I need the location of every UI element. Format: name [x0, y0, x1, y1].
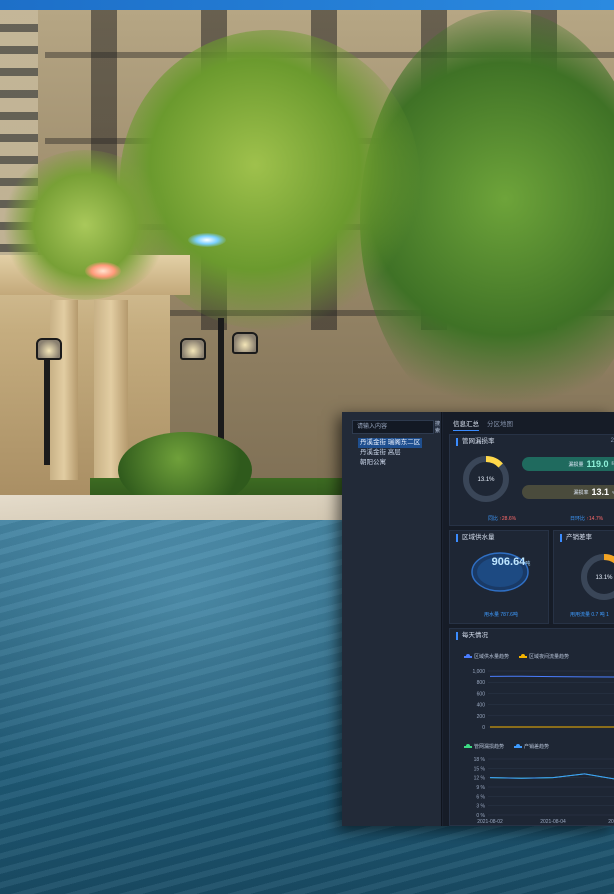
y-tick-label: 200 [477, 714, 486, 720]
tab-zone-map[interactable]: 分区地图 [487, 418, 513, 431]
legend-label: 区域供水量趋势 [474, 654, 510, 660]
pavilion-column [50, 300, 78, 480]
loss-trend-chart: 18 %15 %12 %9 %6 %3 %0 %2021-08-02 2021-0… [474, 757, 614, 825]
daily-card: 每天情况 区域供水量趋势 区域夜间流量趋势 1,000 800 600 400 200 0… [449, 628, 614, 826]
legend-label: 管网漏损趋势 [474, 744, 505, 750]
search-box: 搜索 [352, 420, 441, 434]
loss-rate-pill: 漏损率 13.1 % [522, 485, 614, 499]
water-supply-card: 区域供水量 906.64吨 用水量 787.6吨 [449, 530, 549, 624]
y-tick-label: 6 % [476, 794, 485, 800]
yoy-row: 同比 ↑28.6% [488, 515, 516, 522]
search-button[interactable]: 搜索 [435, 421, 441, 434]
y-tick-label: 12 % [474, 776, 486, 782]
y-tick-label: 15 % [474, 766, 486, 772]
pill-value: 13.1 [591, 487, 609, 497]
y-tick-label: 600 [477, 691, 486, 697]
lens-flare [188, 233, 226, 247]
legend-label: 产销差趋势 [524, 744, 550, 750]
pill-label: 漏损量 [568, 461, 584, 468]
search-input[interactable] [353, 421, 435, 433]
legend-item[interactable]: 区域夜间流量趋势 [519, 653, 569, 660]
legend-item[interactable]: 管网漏损趋势 [464, 743, 504, 750]
yoy-value: 28.6% [501, 516, 517, 522]
legend-line-icon [464, 654, 472, 658]
y-tick-label: 400 [477, 703, 486, 709]
legend-bottom: 管网漏损趋势 产销差趋势 [464, 743, 549, 750]
tree-item-area[interactable]: 丹溪金街 瑞阁东二区 [358, 438, 423, 448]
tab-summary[interactable]: 信息汇总 [453, 418, 479, 431]
card-title: 区域供水量 [456, 534, 495, 542]
pavilion-column [94, 300, 128, 480]
lamp-post [44, 345, 50, 465]
gauge-label: 13.1% [477, 477, 495, 483]
dod-label: 日环比 [570, 516, 586, 522]
lens-flare [85, 262, 121, 280]
water-supply-value: 906.64吨 [487, 556, 535, 568]
pill-label: 漏损率 [573, 489, 589, 496]
y-tick-label: 800 [477, 680, 486, 686]
supply-trend-chart: 1,000 800 600 400 200 0 [472, 669, 614, 731]
lamp-light [232, 332, 258, 354]
gauge-label: 13.1% [595, 575, 613, 581]
y-tick-label: 1,000 [472, 669, 485, 675]
legend-item[interactable]: 产销差趋势 [514, 743, 549, 750]
lamp-light [180, 338, 206, 360]
tree-item-area[interactable]: 丹溪金街 高层 [360, 448, 422, 458]
dod-row: 日环比 ↑14.7% [570, 515, 603, 522]
y-tick-label: 18 % [474, 757, 486, 763]
series-line [489, 773, 614, 780]
yoy-label: 同比 [488, 516, 499, 522]
x-tick-label: 2021-08-04 [540, 819, 566, 825]
card-title: 每天情况 [456, 632, 488, 640]
sidebar: 搜索 丹溪金街 瑞阁东二区 丹溪金街 高层 朝阳公寓 [342, 412, 442, 826]
card-corner-value: 2 [610, 438, 614, 444]
card-title: 管网漏损率 [456, 438, 495, 446]
pill-value: 119.0 [586, 459, 609, 469]
main-panel: 信息汇总 分区地图 管网漏损率 2 13.1% 漏损量 119.0 吨 漏损率 … [443, 412, 614, 826]
water-usage-row: 用水量 787.6吨 [484, 612, 518, 618]
legend-top: 区域供水量趋势 区域夜间流量趋势 [464, 653, 569, 660]
lamp-light [36, 338, 62, 360]
pipe-loss-gauge: 13.1% [463, 456, 509, 502]
pipe-loss-card: 管网漏损率 2 13.1% 漏损量 119.0 吨 漏损率 13.1 % 同比 … [449, 434, 614, 526]
legend-item[interactable]: 区域供水量趋势 [464, 653, 509, 660]
tree-item-area[interactable]: 朝阳公寓 [360, 458, 422, 468]
legend-line-icon [464, 744, 472, 748]
series-line [489, 675, 614, 678]
legend-line-icon [514, 744, 523, 748]
sky-strip [0, 0, 614, 10]
y-tick-label: 9 % [476, 785, 485, 791]
production-sales-card: 产销差率 13.1% 用用流量 0.7 吨 1 [553, 530, 614, 624]
x-tick-label: 2021-08-02 [477, 819, 503, 825]
dashboard-window: 搜索 丹溪金街 瑞阁东二区 丹溪金街 高层 朝阳公寓 信息汇总 分区地图 管网漏… [342, 412, 614, 826]
card-title: 产销差率 [560, 534, 592, 542]
x-tick-label: 2021-0 [608, 819, 614, 825]
tree-left [0, 150, 170, 300]
y-tick-label: 3 % [476, 804, 485, 810]
y-tick-label: 0 [482, 725, 485, 731]
legend-line-icon [519, 654, 528, 658]
loss-volume-pill: 漏损量 119.0 吨 [522, 457, 614, 471]
flow-row: 用用流量 0.7 吨 1 [570, 612, 609, 618]
production-sales-gauge: 13.1% [581, 554, 614, 600]
value-unit: 吨 [525, 561, 531, 567]
area-tree: 丹溪金街 瑞阁东二区 丹溪金街 高层 朝阳公寓 [358, 438, 423, 468]
legend-label: 区域夜间流量趋势 [529, 654, 570, 660]
tab-bar: 信息汇总 分区地图 [453, 418, 513, 431]
dod-value: 14.7% [588, 516, 604, 522]
value-text: 906.64 [491, 556, 526, 568]
